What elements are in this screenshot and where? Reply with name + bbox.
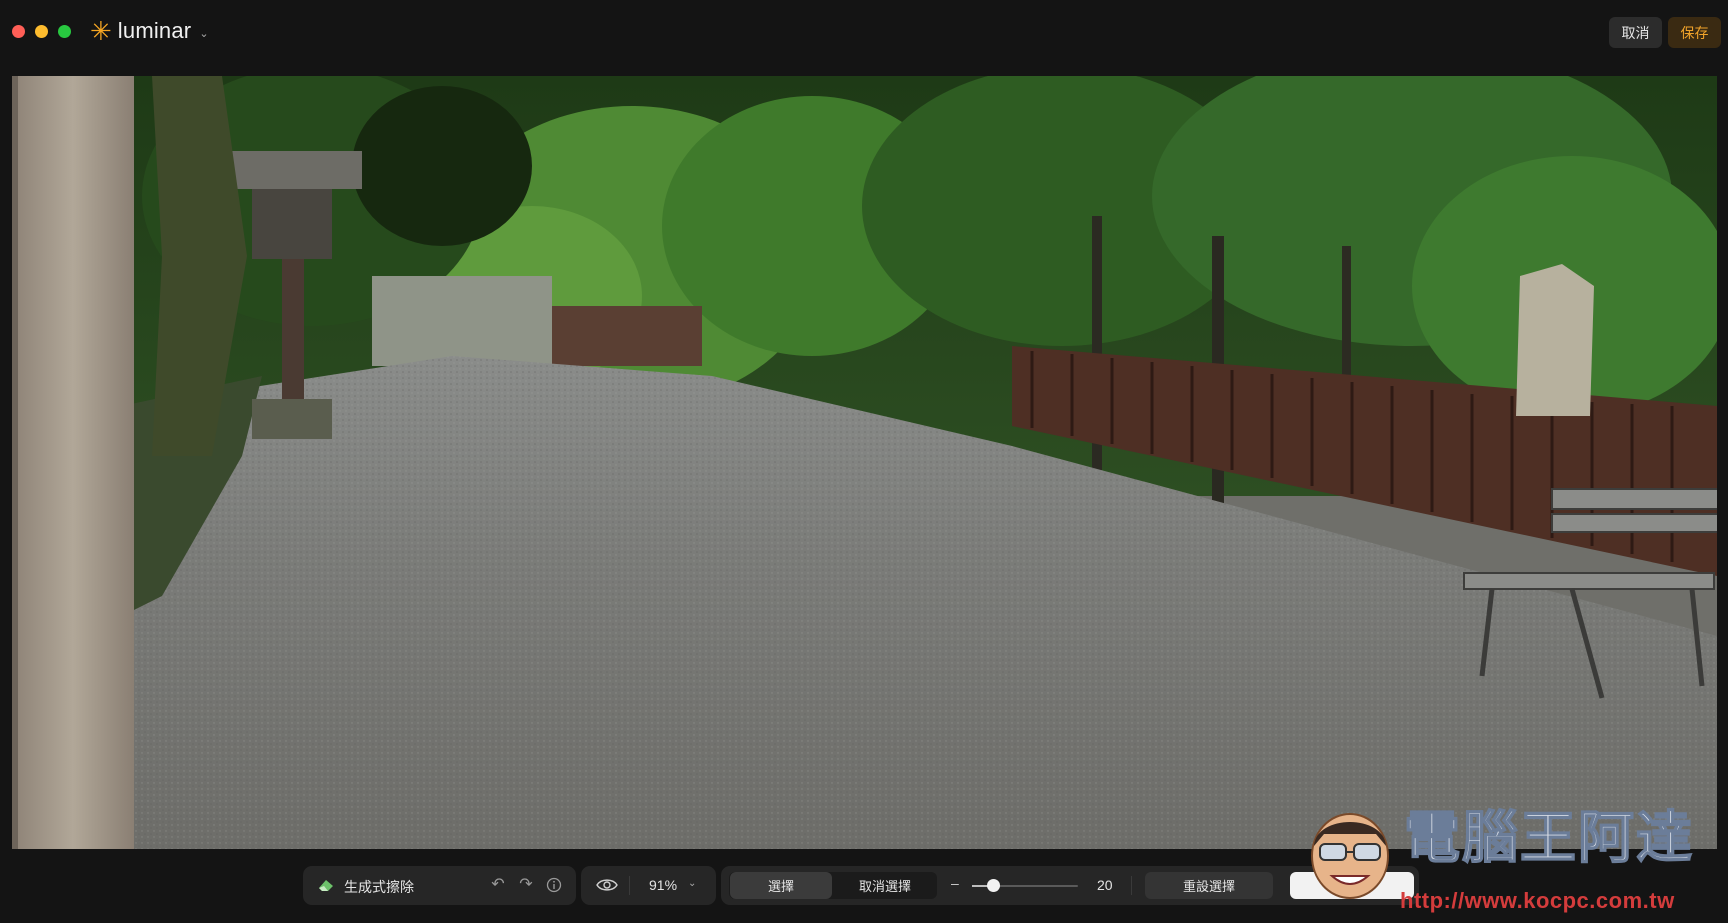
watermark: 電腦王阿達 http://www.kocpc.com.tw [1300, 800, 1720, 923]
mascot-logo [1311, 813, 1389, 899]
watermark-url: http://www.kocpc.com.tw [1400, 888, 1675, 913]
info-icon[interactable] [546, 877, 562, 893]
app-name: luminar [117, 18, 192, 43]
brush-size-slider[interactable] [972, 879, 1078, 892]
title-bar: ✳ luminar ⌄ 取消 保存 [0, 0, 1728, 66]
redo-icon[interactable]: ↷ [517, 876, 535, 894]
tool-label: 生成式擦除 [344, 879, 414, 895]
eraser-icon [319, 880, 333, 891]
reset-selection-button[interactable]: 重設選擇 [1145, 872, 1273, 899]
select-button[interactable]: 選擇 [730, 872, 832, 899]
zoom-level[interactable]: 91% [649, 877, 677, 893]
sparkle-icon: ✳ [90, 16, 112, 46]
minimize-window-button[interactable] [35, 25, 48, 38]
app-menu[interactable]: ✳ luminar ⌄ [90, 16, 209, 46]
photo-canvas[interactable] [12, 76, 1717, 849]
deselect-button[interactable]: 取消選擇 [834, 872, 936, 899]
divider [1131, 876, 1132, 895]
chevron-down-icon[interactable]: ⌄ [688, 878, 696, 889]
erase-tool-panel: 生成式擦除 ↶ ↷ [303, 866, 576, 905]
photo-image [12, 76, 1717, 849]
cancel-button[interactable]: 取消 [1609, 17, 1662, 48]
eye-icon[interactable] [596, 877, 618, 893]
view-controls-panel: 91% ⌄ [581, 866, 716, 905]
watermark-title: 電腦王阿達 [1403, 806, 1694, 869]
minus-icon: – [951, 875, 959, 891]
zoom-window-button[interactable] [58, 25, 71, 38]
selection-mode-toggle: 選擇 取消選擇 [729, 872, 937, 899]
undo-icon[interactable]: ↶ [489, 876, 507, 894]
divider [629, 876, 630, 895]
slider-knob[interactable] [987, 879, 1000, 892]
save-button[interactable]: 保存 [1668, 17, 1721, 48]
brush-size-value: 20 [1097, 877, 1113, 893]
close-window-button[interactable] [12, 25, 25, 38]
chevron-down-icon: ⌄ [199, 27, 209, 40]
